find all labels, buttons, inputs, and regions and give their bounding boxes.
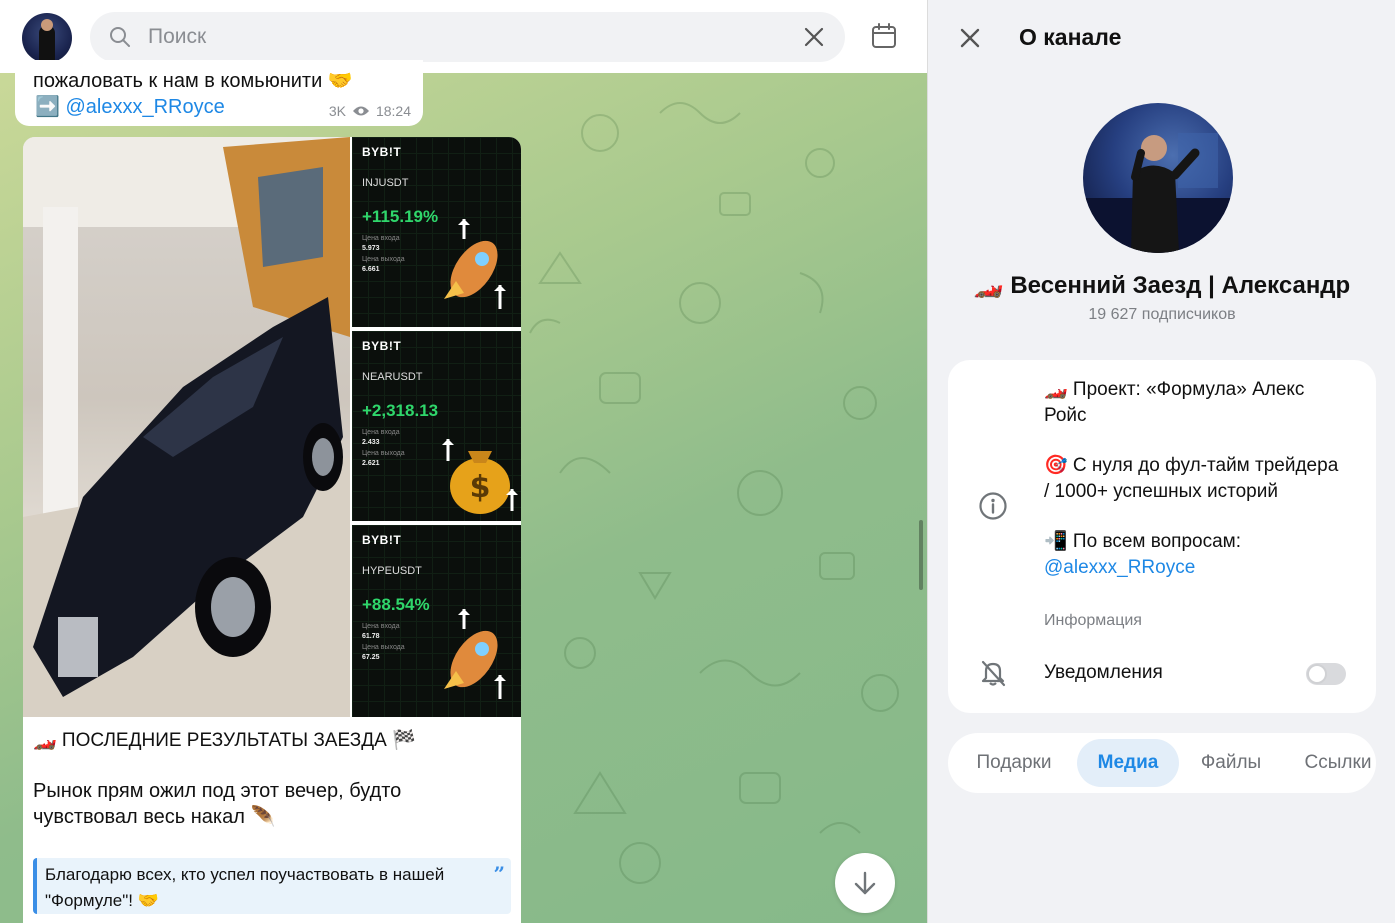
rocket-icon: [444, 609, 506, 699]
tab-gifts[interactable]: Подарки: [960, 739, 1068, 787]
bybit-logo: BYB!T: [362, 339, 402, 353]
tab-links[interactable]: Ссылки: [1288, 739, 1376, 787]
post-headline: 🏎️ ПОСЛЕДНИЕ РЕЗУЛЬТАТЫ ЗАЕЗДА 🏁: [33, 730, 416, 751]
post-body: Рынок прям ожил под этот вечер, будто чу…: [33, 780, 402, 828]
trade-pair: HYPEUSDT: [362, 565, 422, 577]
bell-off-icon: [981, 660, 1006, 687]
subscriber-count: 19 627 подписчиков: [1088, 306, 1236, 323]
tab-files[interactable]: Файлы: [1188, 739, 1274, 787]
chat-area: пожаловать к нам в комьюнити 🤝 ➡️ @alexx…: [0, 0, 927, 923]
rocket-icon: [444, 219, 506, 309]
channel-info-panel: О канале 🏎️ Весенний Заезд | Александр 1…: [927, 0, 1395, 923]
message-text: пожаловать к нам в комьюнити 🤝: [33, 70, 353, 92]
chat-scrollbar[interactable]: [919, 520, 923, 590]
mention-link[interactable]: ➡️ @alexxx_RRoyce: [35, 94, 225, 119]
svg-text:$: $: [470, 470, 491, 505]
message-time: 18:24: [375, 103, 411, 119]
exit-value: 6.661: [362, 266, 380, 273]
info-card: 🏎️ Проект: «Формула» Алекс Ройс 🎯 С нуля…: [948, 360, 1376, 713]
entry-label: Цена входа: [362, 623, 400, 630]
tab-media[interactable]: Медиа: [1077, 739, 1179, 787]
info-icon: [979, 492, 1007, 520]
exit-label: Цена выхода: [362, 256, 405, 263]
search-bar[interactable]: [90, 12, 845, 62]
quote-icon: ”: [493, 862, 505, 886]
bybit-logo: BYB!T: [362, 145, 402, 159]
chat-avatar[interactable]: [22, 13, 72, 63]
entry-label: Цена входа: [362, 429, 400, 436]
entry-value: 2.433: [362, 439, 380, 446]
money-bag-icon: $: [442, 439, 518, 514]
trade-pair: NEARUSDT: [362, 371, 423, 383]
channel-description: 🏎️ Проект: «Формула» Алекс Ройс 🎯 С нуля…: [1044, 377, 1344, 581]
toggle-knob: [1307, 664, 1327, 684]
search-icon: [110, 27, 130, 47]
scroll-to-bottom-button[interactable]: [835, 853, 895, 913]
trade-pnl: +115.19%: [362, 207, 439, 226]
channel-name: 🏎️ Весенний Заезд | Александр: [973, 272, 1351, 299]
entry-label: Цена входа: [362, 235, 400, 242]
desc-line-goal: 🎯 С нуля до фул-тайм трейдера / 1000+ ус…: [1044, 455, 1339, 502]
contact-link[interactable]: @alexxx_RRoyce: [1044, 555, 1344, 581]
arrow-down-icon: [854, 871, 876, 895]
desc-line-project: 🏎️ Проект: «Формула» Алекс Ройс: [1044, 379, 1305, 426]
desc-line-contact: 📲 По всем вопросам:: [1044, 531, 1242, 552]
clear-search-icon[interactable]: [803, 26, 825, 48]
calendar-icon[interactable]: [870, 22, 898, 50]
entry-value: 61.78: [362, 633, 380, 640]
eye-icon: [352, 106, 369, 116]
channel-avatar[interactable]: [1083, 103, 1233, 253]
post-quote: Благодарю всех, кто успел поучаствовать …: [33, 858, 511, 914]
media-tabs: Подарки Медиа Файлы Ссылки: [948, 733, 1376, 793]
channel-post: BYB!T INJUSDT +115.19% Цена входа 5.973 …: [23, 137, 521, 923]
notifications-toggle[interactable]: [1306, 663, 1346, 685]
exit-value: 67.25: [362, 654, 380, 661]
trade-pnl: +2,318.13: [362, 401, 439, 420]
quote-text: Благодарю всех, кто успел поучаствовать …: [45, 865, 445, 910]
bybit-logo: BYB!T: [362, 533, 402, 547]
exit-value: 2.621: [362, 460, 380, 467]
notifications-label: Уведомления: [1044, 662, 1163, 683]
search-input[interactable]: [148, 12, 788, 62]
trade-screenshot-3[interactable]: BYB!T HYPEUSDT +88.54% Цена входа 61.78 …: [352, 525, 521, 717]
info-label: Информация: [1044, 612, 1142, 629]
close-icon[interactable]: [958, 26, 982, 50]
view-count: 3K: [328, 103, 346, 119]
car-photo[interactable]: [23, 137, 350, 717]
exit-label: Цена выхода: [362, 644, 405, 651]
entry-value: 5.973: [362, 245, 380, 252]
message-meta: 3K 18:24: [329, 103, 411, 119]
previous-message-bubble: пожаловать к нам в комьюнити 🤝 ➡️ @alexx…: [15, 60, 423, 126]
trade-pair: INJUSDT: [362, 177, 409, 189]
trade-screenshot-2[interactable]: BYB!T NEARUSDT +2,318.13 Цена входа 2.43…: [352, 331, 521, 521]
panel-title: О канале: [1019, 24, 1122, 50]
trade-screenshot-1[interactable]: BYB!T INJUSDT +115.19% Цена входа 5.973 …: [352, 137, 521, 327]
exit-label: Цена выхода: [362, 450, 405, 457]
trade-pnl: +88.54%: [362, 595, 430, 614]
